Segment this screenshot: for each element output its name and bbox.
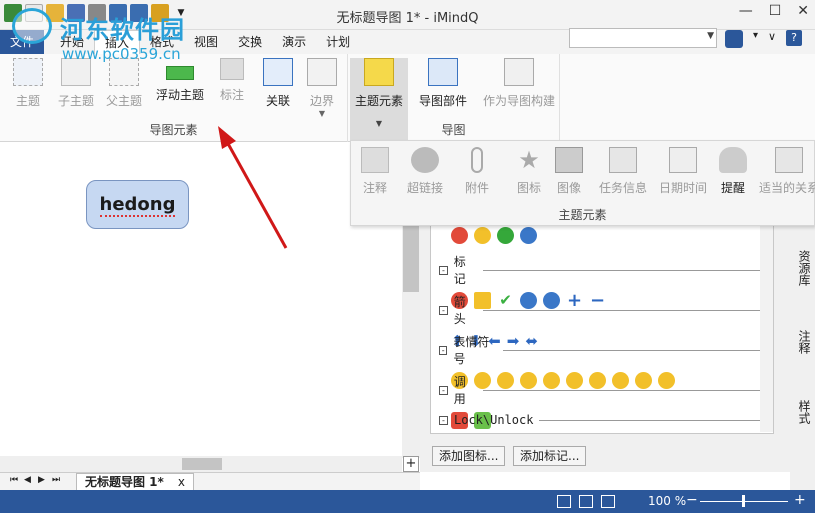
hyperlink-button[interactable]: 超链接 bbox=[397, 147, 453, 196]
watermark-logo bbox=[12, 8, 52, 44]
collapse-icon[interactable]: - bbox=[439, 415, 448, 425]
status-bar: 100 % − + bbox=[0, 490, 815, 513]
map-parts-button[interactable]: 导图部件 bbox=[414, 58, 472, 109]
chevron-down-icon[interactable]: ▼ bbox=[296, 109, 348, 118]
users-icon[interactable] bbox=[725, 30, 743, 48]
sheet-tab-bar: ⏮ ◀ ▶ ⏭ 无标题导图 1* x bbox=[0, 472, 420, 491]
floating-topic-button[interactable]: 浮动主题 bbox=[152, 58, 208, 103]
add-mark-button[interactable]: 添加标记... bbox=[513, 446, 587, 466]
chevron-down-icon[interactable]: ▾ bbox=[753, 30, 758, 48]
add-sheet-icon[interactable]: + bbox=[403, 456, 419, 472]
ribbon: 主题 子主题 父主题 浮动主题 标注 关联 边界 ▼ 导图元素 主题元素 ▼ 导图部… bbox=[0, 54, 815, 142]
task-icon bbox=[609, 147, 637, 173]
collapse-ribbon-icon[interactable]: ∨ bbox=[768, 30, 776, 48]
side-tab-styles[interactable]: 样式 bbox=[793, 400, 813, 424]
boundary-icon bbox=[307, 58, 337, 86]
tab-exchange[interactable]: 交换 bbox=[228, 30, 272, 54]
minimize-icon[interactable]: — bbox=[739, 3, 753, 19]
callout-button[interactable]: 标注 bbox=[206, 58, 258, 103]
search-combo[interactable]: ▼ bbox=[569, 28, 717, 48]
horizontal-scroll-thumb[interactable] bbox=[182, 458, 222, 470]
topic-elements-dropdown: 注释 超链接 附件 ★ 图标 图像 任务信息 日期时间 提醒 适当的关系 主题元素 bbox=[350, 140, 815, 226]
fit-map-icon[interactable] bbox=[557, 495, 571, 508]
watermark-url: www.pc0359.cn bbox=[62, 45, 181, 63]
map-parts-icon bbox=[428, 58, 458, 86]
help-icon[interactable]: ? bbox=[786, 30, 803, 46]
task-info-button[interactable]: 任务信息 bbox=[591, 147, 655, 196]
zoom-slider-thumb[interactable] bbox=[742, 495, 745, 507]
add-icon-button[interactable]: 添加图标... bbox=[432, 446, 506, 466]
subtopic-button[interactable]: 子主题 bbox=[50, 58, 102, 109]
build-as-map-button[interactable]: 作为导图构建 bbox=[478, 58, 560, 109]
paperclip-icon bbox=[471, 147, 483, 173]
red-circle-icon[interactable] bbox=[451, 227, 468, 244]
map-canvas[interactable] bbox=[0, 142, 402, 458]
keyboard-icon bbox=[775, 147, 803, 173]
floating-topic-icon bbox=[166, 66, 194, 80]
right-tools: ▾ ∨ ? bbox=[725, 30, 803, 48]
watermark-title: 河东软件园 bbox=[60, 16, 185, 44]
tab-plan[interactable]: 计划 bbox=[316, 30, 360, 54]
tab-view[interactable]: 视图 bbox=[184, 30, 228, 54]
chevron-down-icon[interactable]: ▼ bbox=[707, 31, 714, 41]
tab-present[interactable]: 演示 bbox=[272, 30, 316, 54]
last-sheet-icon[interactable]: ⏭ bbox=[52, 475, 60, 485]
sticky-note-icon bbox=[364, 58, 394, 86]
build-map-icon bbox=[504, 58, 534, 86]
maximize-icon[interactable]: ☐ bbox=[769, 3, 782, 19]
fit-width-icon[interactable] bbox=[579, 495, 593, 508]
relationship-icon bbox=[263, 58, 293, 86]
collapse-icon[interactable]: - bbox=[439, 265, 448, 275]
group-map-elements: 主题 子主题 父主题 浮动主题 标注 关联 边界 ▼ 导图元素 bbox=[0, 54, 348, 142]
panel-scrollbar[interactable] bbox=[760, 224, 773, 432]
zoom-in-icon[interactable]: + bbox=[794, 492, 806, 508]
close-icon[interactable]: ✕ bbox=[797, 3, 809, 19]
zoom-level: 100 % bbox=[648, 494, 687, 508]
window-controls: — ☐ ✕ bbox=[739, 3, 809, 19]
first-sheet-icon[interactable]: ⏮ bbox=[10, 475, 18, 485]
collapse-icon[interactable]: - bbox=[439, 345, 448, 355]
central-topic-node[interactable]: hedong bbox=[86, 180, 189, 229]
prev-sheet-icon[interactable]: ◀ bbox=[24, 475, 31, 485]
collapse-icon[interactable]: - bbox=[439, 385, 448, 395]
hyperlink-icon bbox=[411, 147, 439, 173]
bell-icon bbox=[719, 147, 747, 173]
green-circle-icon[interactable] bbox=[497, 227, 514, 244]
boundary-button[interactable]: 边界 ▼ bbox=[296, 58, 348, 118]
close-sheet-icon[interactable]: x bbox=[178, 475, 185, 489]
node-text: hedong bbox=[99, 194, 176, 217]
yellow-circle-icon[interactable] bbox=[474, 227, 491, 244]
collapse-icon[interactable]: - bbox=[439, 305, 448, 315]
vertical-scroll-thumb[interactable] bbox=[403, 226, 419, 292]
side-tab-notes[interactable]: 注释 bbox=[793, 330, 813, 354]
topic-button[interactable]: 主题 bbox=[2, 58, 54, 109]
group-map: 主题元素 ▼ 导图部件 作为导图构建 导图 bbox=[348, 54, 560, 142]
topic-icon bbox=[13, 58, 43, 86]
group-label-map: 导图 bbox=[441, 123, 466, 137]
next-sheet-icon[interactable]: ▶ bbox=[38, 475, 45, 485]
callout-icon bbox=[220, 58, 244, 80]
icon-row-priority bbox=[439, 227, 537, 244]
reminder-button[interactable]: 提醒 bbox=[705, 147, 761, 196]
star-icon: ★ bbox=[518, 146, 540, 174]
icons-list[interactable]: - 标记 ✔ + − - 箭头 ⬆ ⬇ ⬅ ➡ ⬌ - 表情符号 - 调用 - … bbox=[430, 222, 774, 434]
relationship-note-button[interactable]: 适当的关系 bbox=[757, 147, 815, 196]
group-label-map-elements: 导图元素 bbox=[149, 123, 198, 137]
actual-size-icon[interactable] bbox=[601, 495, 615, 508]
image-icon bbox=[555, 147, 583, 173]
calendar-icon bbox=[669, 147, 697, 173]
sheet-tab[interactable]: 无标题导图 1* x bbox=[76, 473, 194, 491]
zoom-out-icon[interactable]: − bbox=[686, 492, 698, 508]
parent-topic-button[interactable]: 父主题 bbox=[98, 58, 150, 109]
blue-circle-icon[interactable] bbox=[520, 227, 537, 244]
category-lock: - Lock\Unlock bbox=[439, 413, 773, 427]
popup-group-label: 主题元素 bbox=[558, 208, 607, 222]
attachment-button[interactable]: 附件 bbox=[449, 147, 505, 196]
image-button[interactable]: 图像 bbox=[541, 147, 597, 196]
note-button[interactable]: 注释 bbox=[347, 147, 403, 196]
note-icon bbox=[361, 147, 389, 173]
side-tab-resources[interactable]: 资源库 bbox=[793, 250, 813, 286]
